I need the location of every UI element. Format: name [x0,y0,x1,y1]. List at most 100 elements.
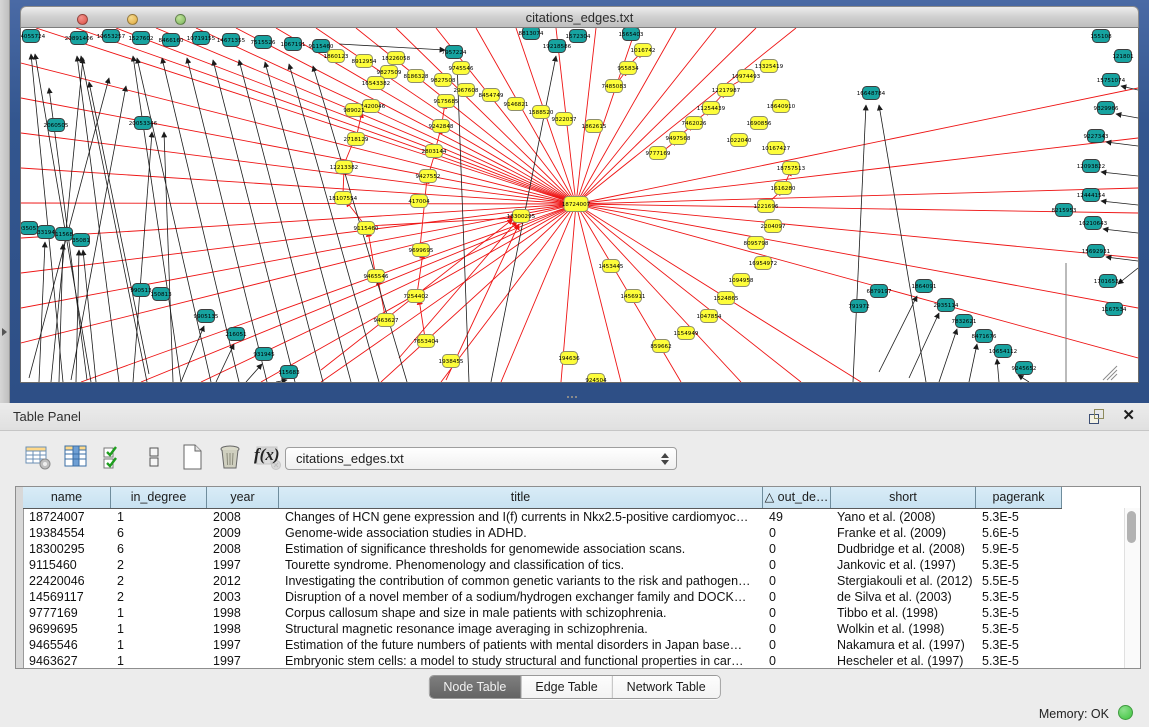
graph-node[interactable]: 18757513 [777,162,806,175]
table-row[interactable]: 977716911998Corpus callosum shape and si… [23,605,1125,621]
graph-node[interactable]: 8454749 [479,89,504,102]
graph-node[interactable]: 7957224 [442,46,467,59]
graph-node[interactable]: 8912954 [352,55,377,68]
graph-node[interactable]: 13325419 [755,60,784,73]
table-row[interactable]: 911546021997Tourette syndrome. Phenomeno… [23,557,1125,573]
show-columns-icon[interactable] [62,443,90,471]
graph-node[interactable]: 9146821 [504,98,529,111]
graph-node[interactable]: 791972 [848,300,869,313]
delete-column-icon[interactable] [216,443,244,471]
graph-node[interactable]: 9245652 [1012,362,1037,375]
graph-node[interactable]: 989021 [343,104,365,117]
graph-node[interactable]: 16954972 [749,257,777,270]
graph-node[interactable]: 1094958 [729,274,754,287]
graph-node[interactable]: 7832621 [952,315,977,328]
column-header-out_de[interactable]: △ out_de… [763,487,831,508]
graph-node[interactable]: 1067191 [281,38,306,51]
column-header-pagerank[interactable]: pagerank [976,487,1062,508]
table-row[interactable]: 2242004622012Investigating the contribut… [23,573,1125,589]
table-row[interactable]: 1456911722003Disruption of a novel membe… [23,589,1125,605]
table-settings-icon[interactable] [24,443,52,471]
graph-node[interactable]: 11568 [55,228,73,241]
table-row[interactable]: 946362711997Embryonic stem cells: a mode… [23,653,1125,669]
graph-node[interactable]: 16648784 [857,87,886,100]
graph-node[interactable]: 20891406 [65,32,94,45]
graph-node[interactable]: 9463627 [374,314,399,327]
graph-node[interactable]: 12093822 [1077,160,1105,173]
graph-node[interactable]: 19218586 [543,40,572,53]
tab-node-table[interactable]: Node Table [429,676,521,698]
graph-node[interactable]: 2204097 [761,220,786,233]
table-row[interactable]: 1872400712008Changes of HCN gene express… [23,509,1125,525]
graph-node[interactable]: 9465546 [364,270,389,283]
memory-ok-indicator[interactable] [1118,705,1133,720]
graph-node[interactable]: 7254402 [404,290,429,303]
graph-node[interactable]: 1524865 [714,292,739,305]
graph-node[interactable]: 17016534 [1094,275,1123,288]
graph-node[interactable]: 1453445 [599,260,624,273]
graph-node[interactable]: 2718129 [344,133,369,146]
network-canvas[interactable]: 2405572420891406106532571527602846616010… [20,28,1139,383]
table-row[interactable]: 1830029562008Estimation of significance … [23,541,1125,557]
graph-node[interactable]: 12213382 [330,161,358,174]
graph-node[interactable]: 7462026 [682,117,707,130]
graph-node[interactable]: 14671355 [217,34,246,47]
graph-node[interactable]: 9777169 [646,147,671,160]
graph-node[interactable]: 9227343 [1084,130,1109,143]
window-titlebar[interactable]: citations_edges.txt [20,6,1139,28]
graph-node[interactable]: 1690856 [747,117,772,130]
tab-network-table[interactable]: Network Table [613,676,720,698]
column-header-in_degree[interactable]: in_degree [111,487,207,508]
table-row[interactable]: 969969511998Structural magnetic resonanc… [23,621,1125,637]
table-row[interactable]: 946554611997Estimation of the future num… [23,637,1125,653]
row-height-icon[interactable] [140,443,168,471]
graph-node[interactable]: 1565403 [619,28,644,41]
graph-node[interactable]: 12217987 [712,84,741,97]
graph-node[interactable]: 15751074 [1097,74,1126,87]
graph-node[interactable]: 35081 [72,234,90,247]
graph-node[interactable]: 10167427 [762,142,791,155]
graph-node[interactable]: 18724007 [562,197,591,212]
graph-node[interactable]: 10974493 [732,70,761,83]
collapse-arrow-icon[interactable] [2,328,7,336]
graph-node[interactable]: 1022040 [727,134,752,147]
graph-node[interactable]: 9115460 [354,222,379,235]
column-header-year[interactable]: year [207,487,279,508]
graph-node[interactable]: 1047854 [697,310,722,323]
graph-node[interactable]: 20053346 [129,117,158,130]
graph-node[interactable]: 216051 [225,328,247,341]
graph-node[interactable]: 1572304 [566,30,591,43]
new-table-icon[interactable] [178,443,206,471]
graph-node[interactable]: 990513 [130,284,152,297]
tab-edge-table[interactable]: Edge Table [521,676,612,698]
graph-node[interactable]: 8215953 [1052,204,1077,217]
graph-node[interactable]: 1588520 [529,106,554,119]
graph-node[interactable]: 9175685 [434,95,459,108]
graph-node[interactable]: 10654112 [989,345,1017,358]
citation-network-graph[interactable]: 2405572420891406106532571527602846616010… [21,28,1138,382]
graph-node[interactable]: 924504 [585,374,607,383]
graph-node[interactable]: 155108 [1090,30,1112,43]
graph-node[interactable]: 12444154 [1077,189,1106,202]
graph-node[interactable]: 9745546 [449,62,474,75]
graph-node[interactable]: 8471676 [972,330,997,343]
graph-node[interactable]: 1616280 [771,182,796,195]
split-pane-grip[interactable] [566,396,580,401]
graph-node[interactable]: 7485083 [602,80,627,93]
graph-node[interactable]: 15692931 [1082,245,1111,258]
graph-node[interactable]: 1221696 [754,200,779,213]
graph-node[interactable]: 417004 [408,195,430,208]
graph-node[interactable]: 8813074 [519,28,544,40]
graph-node[interactable]: 115683 [278,366,300,379]
graph-node[interactable]: 18640910 [767,100,796,113]
graph-node[interactable]: 859662 [650,340,671,353]
graph-node[interactable]: 2060505 [44,119,69,132]
graph-node[interactable]: 16210643 [1079,217,1108,230]
graph-node[interactable]: 1167534 [1102,303,1127,316]
graph-node[interactable]: 6879197 [867,285,892,298]
graph-node[interactable]: 2935114 [934,299,959,312]
graph-node[interactable]: 8466160 [159,34,184,47]
graph-node[interactable]: 8186328 [404,70,429,83]
column-header-name[interactable]: name [23,487,111,508]
graph-node[interactable]: 10653257 [97,30,126,43]
